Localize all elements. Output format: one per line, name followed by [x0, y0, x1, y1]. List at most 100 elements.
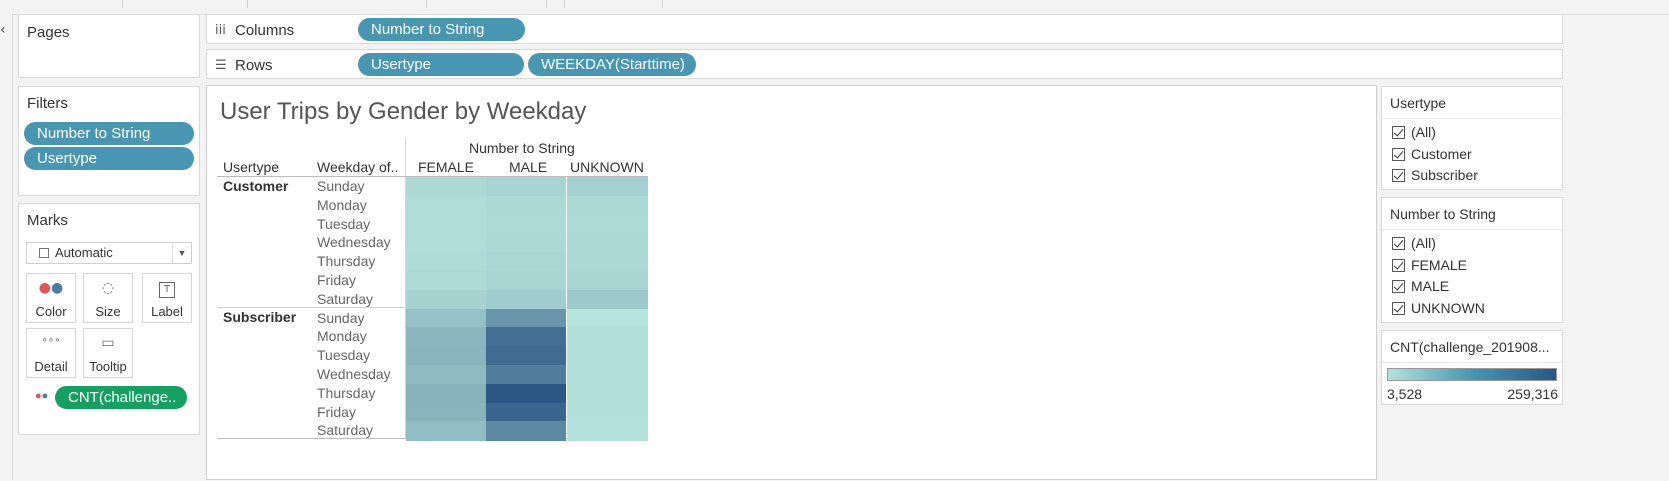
marks-card[interactable]: Marks Automatic ▼ ●● Color ◌ Size T Labe… — [18, 203, 200, 435]
square-mark-icon — [39, 248, 49, 258]
tooltip-button[interactable]: ▭ Tooltip — [83, 328, 133, 378]
heatmap-cell-customer-thursday-unknown[interactable] — [567, 252, 648, 272]
size-button[interactable]: ◌ Size — [83, 273, 133, 323]
heatmap-cell-subscriber-sunday-male[interactable] — [486, 308, 566, 328]
filter-option-label: FEMALE — [1411, 257, 1468, 273]
heatmap-cell-customer-monday-male[interactable] — [486, 195, 566, 216]
rows-shelf[interactable]: ☰ Rows Usertype WEEKDAY(Starttime) — [206, 49, 1563, 79]
filter-pill-number-to-string[interactable]: Number to String — [24, 122, 194, 145]
tooltip-bubble-icon: ▭ — [101, 335, 115, 351]
heatmap-cell-customer-friday-female[interactable] — [406, 271, 486, 291]
heatmap-cell-customer-thursday-male[interactable] — [486, 252, 566, 272]
filter-option-all[interactable]: (All) — [1392, 124, 1436, 140]
heatmap-cell-subscriber-saturday-unknown[interactable] — [567, 421, 648, 441]
heatmap-cell-subscriber-thursday-female[interactable] — [406, 383, 486, 404]
toolbar-divider — [564, 0, 565, 8]
filter-option-female[interactable]: FEMALE — [1392, 257, 1467, 273]
heatmap-cell-subscriber-saturday-male[interactable] — [486, 421, 566, 441]
heatmap-cell-subscriber-tuesday-unknown[interactable] — [567, 346, 648, 366]
heatmap-cell-subscriber-tuesday-female[interactable] — [406, 346, 486, 366]
checkbox-checked-icon[interactable] — [1392, 126, 1405, 139]
heatmap-cell-subscriber-wednesday-unknown[interactable] — [567, 365, 648, 385]
filter-option-customer[interactable]: Customer — [1392, 146, 1472, 162]
checkbox-checked-icon[interactable] — [1392, 259, 1405, 272]
heatmap-cell-subscriber-sunday-female[interactable] — [406, 308, 486, 328]
detail-button[interactable]: ∘∘∘ Detail — [26, 328, 76, 378]
row-label-subscriber-saturday: Saturday — [317, 422, 374, 439]
heatmap-cell-subscriber-thursday-male[interactable] — [486, 383, 566, 404]
row-label-customer-saturday: Saturday — [317, 290, 374, 307]
filters-card[interactable]: Filters Number to String Usertype — [18, 86, 200, 196]
checkbox-checked-icon[interactable] — [1392, 280, 1405, 293]
heatmap-cell-customer-sunday-unknown[interactable] — [567, 177, 648, 197]
color-legend-title: CNT(challenge_201908... — [1390, 339, 1550, 355]
gender-filter-card[interactable]: Number to String (All) FEMALE MALE UNKNO… — [1381, 197, 1563, 323]
rows-icon: ☰ — [215, 58, 227, 73]
columns-shelf[interactable]: iii Columns Number to String — [206, 14, 1563, 44]
pages-card[interactable]: Pages — [18, 14, 200, 78]
row-label-subscriber-tuesday: Tuesday — [317, 347, 371, 364]
filter-option-unknown[interactable]: UNKNOWN — [1392, 300, 1485, 316]
heatmap-cell-subscriber-friday-female[interactable] — [406, 402, 486, 422]
heatmap-cell-subscriber-monday-male[interactable] — [486, 327, 566, 347]
columns-pill-number-to-string[interactable]: Number to String — [358, 18, 525, 41]
checkbox-checked-icon[interactable] — [1392, 237, 1405, 250]
heatmap-cell-customer-sunday-male[interactable] — [486, 177, 566, 197]
color-dots-icon: ●● — [38, 280, 64, 296]
filter-option-subscriber[interactable]: Subscriber — [1392, 167, 1478, 183]
columns-label: Columns — [235, 22, 295, 39]
color-legend-card[interactable]: CNT(challenge_201908... 3,528 259,316 — [1381, 330, 1563, 405]
heatmap-cell-customer-saturday-unknown[interactable] — [567, 289, 648, 310]
pages-title: Pages — [27, 24, 70, 41]
heatmap-cell-subscriber-thursday-unknown[interactable] — [567, 383, 648, 404]
heatmap-cell-subscriber-sunday-unknown[interactable] — [567, 308, 648, 328]
checkbox-checked-icon[interactable] — [1392, 302, 1405, 315]
label-button[interactable]: T Label — [142, 273, 192, 323]
heatmap-cell-customer-friday-male[interactable] — [486, 271, 566, 291]
detail-button-label: Detail — [34, 359, 68, 374]
filter-option-label: UNKNOWN — [1411, 300, 1485, 316]
chevron-down-icon[interactable]: ▼ — [172, 243, 191, 263]
row-label-customer-tuesday: Tuesday — [317, 215, 371, 232]
filter-option-all[interactable]: (All) — [1392, 235, 1436, 251]
heatmap-cell-customer-monday-female[interactable] — [406, 195, 486, 216]
checkbox-checked-icon[interactable] — [1392, 148, 1405, 161]
collapse-icon[interactable]: ‹ — [0, 22, 6, 38]
heatmap-cell-customer-wednesday-female[interactable] — [406, 233, 486, 253]
heatmap-cell-customer-saturday-female[interactable] — [406, 289, 486, 310]
checkbox-checked-icon[interactable] — [1392, 169, 1405, 182]
heatmap-cell-subscriber-wednesday-female[interactable] — [406, 365, 486, 385]
heatmap-cell-customer-thursday-female[interactable] — [406, 252, 486, 272]
heatmap-cell-subscriber-saturday-female[interactable] — [406, 421, 486, 441]
heatmap-cell-customer-tuesday-female[interactable] — [406, 214, 486, 234]
heatmap-cell-customer-wednesday-male[interactable] — [486, 233, 566, 253]
rows-pill-weekday[interactable]: WEEKDAY(Starttime) — [528, 53, 696, 76]
heatmap-cell-customer-wednesday-unknown[interactable] — [567, 233, 648, 253]
heatmap-cell-customer-sunday-female[interactable] — [406, 177, 486, 197]
heatmap-cell-customer-monday-unknown[interactable] — [567, 195, 648, 216]
usertype-filter-title: Usertype — [1390, 95, 1447, 111]
row-label-subscriber-monday: Monday — [317, 328, 367, 345]
heatmap-cell-subscriber-friday-male[interactable] — [486, 402, 566, 422]
rows-pill-usertype[interactable]: Usertype — [358, 53, 524, 76]
heatmap-cell-subscriber-tuesday-male[interactable] — [486, 346, 566, 366]
toolbar-divider — [546, 0, 547, 8]
heatmap-cell-customer-saturday-male[interactable] — [486, 289, 566, 310]
color-legend-max: 259,316 — [1507, 386, 1558, 402]
heatmap-cell-subscriber-wednesday-male[interactable] — [486, 365, 566, 385]
filter-option-male[interactable]: MALE — [1392, 278, 1449, 294]
heatmap-cell-customer-friday-unknown[interactable] — [567, 271, 648, 291]
heatmap-cell-subscriber-friday-unknown[interactable] — [567, 402, 648, 422]
marks-field-pill[interactable]: CNT(challenge.. — [55, 386, 187, 409]
heatmap-cell-subscriber-monday-female[interactable] — [406, 327, 486, 347]
row-label-customer-wednesday: Wednesday — [317, 234, 391, 251]
heatmap-cell-customer-tuesday-unknown[interactable] — [567, 214, 648, 234]
heatmap-cell-subscriber-monday-unknown[interactable] — [567, 327, 648, 347]
usertype-filter-card[interactable]: Usertype (All) Customer Subscriber — [1381, 86, 1563, 190]
filter-pill-usertype[interactable]: Usertype — [24, 147, 194, 170]
color-button[interactable]: ●● Color — [26, 273, 76, 323]
heatmap-cell-customer-tuesday-male[interactable] — [486, 214, 566, 234]
row-label-subscriber-thursday: Thursday — [317, 384, 376, 401]
left-collapsed-panel: ‹ — [0, 14, 13, 480]
mark-type-select[interactable]: Automatic ▼ — [26, 242, 192, 264]
